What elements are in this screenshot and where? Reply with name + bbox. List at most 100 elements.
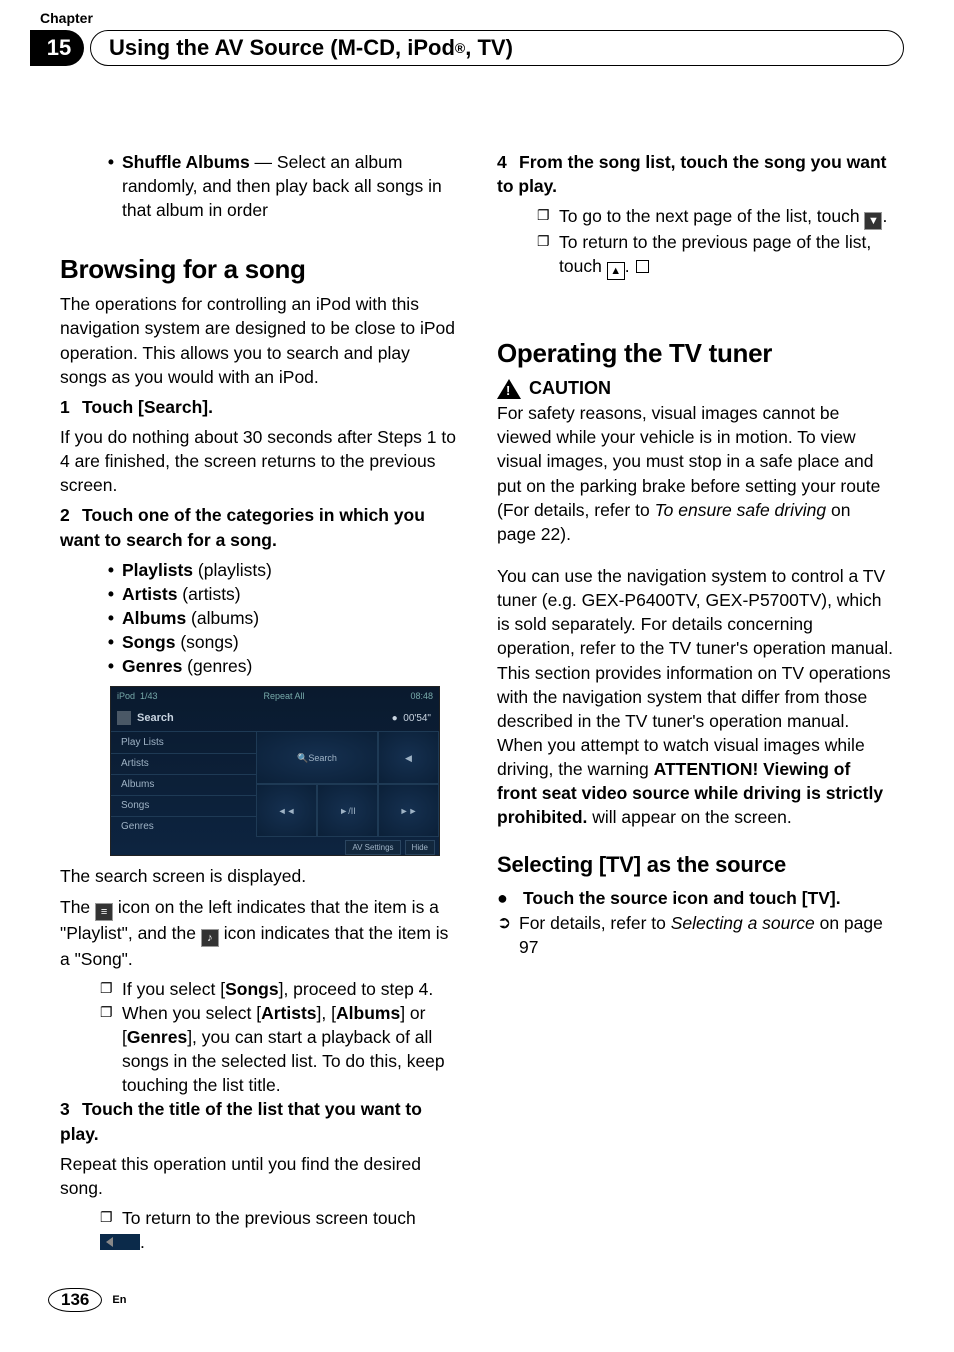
warning-icon (497, 379, 521, 399)
ss-hide: Hide (405, 840, 435, 855)
song-icon: ♪ (201, 929, 219, 947)
browsing-heading: Browsing for a song (60, 252, 457, 288)
page-header: Chapter 15 Using the AV Source (M-CD, iP… (60, 30, 894, 120)
period: . (140, 1232, 145, 1252)
ss-time-val: 00'54" (403, 712, 431, 726)
note-artists: ❐ When you select [Artists], [Albums] or… (100, 1001, 457, 1098)
page-title: Using the AV Source (M-CD, iPod®, TV) (90, 30, 904, 66)
ss-next-btn: ►► (378, 784, 439, 837)
bullet-dot: • (100, 582, 122, 606)
bullet-dot: • (100, 606, 122, 630)
step-4-text: From the song list, touch the song you w… (497, 152, 887, 196)
cat-genres: • Genres (genres) (100, 654, 457, 678)
ss-left-list: Search Play Lists Artists Albums Songs G… (111, 705, 256, 837)
t: To go to the next page of the list, touc… (559, 206, 864, 226)
ss-avsettings: AV Settings (345, 840, 400, 855)
tv-ref-text: For details, refer to Selecting a source… (519, 911, 894, 959)
t: Touch the source icon and touch [TV]. (523, 888, 841, 908)
cat-b: Genres (122, 656, 182, 676)
page-language: En (112, 1294, 126, 1306)
note-icon: ❐ (100, 977, 122, 1001)
bullet-dot: • (100, 654, 122, 678)
page: Chapter 15 Using the AV Source (M-CD, iP… (0, 0, 954, 1352)
step-3-note: ❐ To return to the previous screen touch (100, 1206, 457, 1230)
note-songs: ❐ If you select [Songs], proceed to step… (100, 977, 457, 1001)
t: If you select [ (122, 979, 225, 999)
t: Albums (336, 1003, 400, 1023)
step-4-note-prev: ❐ To return to the previous page of the … (537, 230, 894, 280)
t: ], [ (317, 1003, 336, 1023)
ss-row-songs: Songs (111, 795, 256, 816)
step-3-text: Touch the title of the list that you wan… (60, 1099, 422, 1143)
tv-step-text: Touch the source icon and touch [TV]. (523, 886, 841, 911)
cat-b: Albums (122, 608, 186, 628)
step-4-note-next: ❐ To go to the next page of the list, to… (537, 204, 894, 230)
filled-bullet-icon: ● (497, 886, 523, 911)
title-text-suffix: , TV) (465, 35, 513, 61)
page-number: 136 (48, 1288, 102, 1312)
tv-heading: Operating the TV tuner (497, 336, 894, 372)
step-3-body: Repeat this operation until you find the… (60, 1152, 457, 1200)
t: Songs (225, 979, 278, 999)
ss-row-albums: Albums (111, 774, 256, 795)
note-text: To go to the next page of the list, touc… (559, 204, 887, 230)
ss-right-panel: ● 00'54" 🔍 Search ◀ ◄◄ ►/II ►► (256, 705, 439, 837)
cat-text: Songs (songs) (122, 630, 239, 654)
ss-time: ● 00'54" (256, 705, 439, 731)
t: Selecting a source (671, 913, 815, 933)
shuffle-text: Shuffle Albums — Select an album randoml… (122, 150, 457, 222)
ss-prev-btn: ◄◄ (256, 784, 317, 837)
cat-b: Playlists (122, 560, 193, 580)
ss-count: 1/43 (140, 691, 158, 701)
ss-search-btn: 🔍 Search (256, 731, 378, 784)
tv-step: ● Touch the source icon and touch [TV]. (497, 886, 894, 911)
step-1-text: Touch [Search]. (82, 397, 213, 417)
t: Artists (261, 1003, 316, 1023)
step-2-title: 2Touch one of the categories in which yo… (60, 503, 457, 551)
cat-artists: • Artists (artists) (100, 582, 457, 606)
ss-title: Search (111, 705, 256, 731)
chapter-label: Chapter (40, 10, 93, 26)
bullet-dot: • (100, 558, 122, 582)
step-4-title: 4From the song list, touch the song you … (497, 150, 894, 198)
ss-brand: iPod (117, 691, 135, 701)
note-text: When you select [Artists], [Albums] or [… (122, 1001, 457, 1098)
cat-text: Artists (artists) (122, 582, 241, 606)
content-columns: • Shuffle Albums — Select an album rando… (60, 150, 894, 1254)
step-1-body: If you do nothing about 30 seconds after… (60, 425, 457, 497)
note-icon: ❐ (537, 204, 559, 230)
selecting-tv-heading: Selecting [TV] as the source (497, 850, 894, 880)
bullet-dot: • (100, 630, 122, 654)
ss-row-genres: Genres (111, 816, 256, 837)
search-displayed: The search screen is displayed. (60, 864, 457, 888)
note-text: To return to the previous screen touch (122, 1206, 416, 1230)
ss-back-btn: ◀ (378, 731, 439, 784)
page-footer: 136 En (48, 1288, 126, 1312)
ss-play-btn: ►/II (317, 784, 378, 837)
cat-p: (genres) (182, 656, 252, 676)
chapter-number-badge: 15 (30, 30, 84, 66)
ss-body: Search Play Lists Artists Albums Songs G… (111, 705, 439, 837)
step-2-text: Touch one of the categories in which you… (60, 505, 425, 549)
t: ], proceed to step 4. (279, 979, 434, 999)
cat-p: (playlists) (193, 560, 272, 580)
search-screenshot: iPod 1/43 Repeat All 08:48 Search Play L… (110, 686, 440, 856)
step-4-num: 4 (497, 150, 519, 174)
t: For details, refer to (519, 913, 671, 933)
ss-repeat: Repeat All (264, 690, 305, 702)
t: You can use the navigation system to con… (497, 566, 893, 779)
tv-ref: ➲ For details, refer to Selecting a sour… (497, 911, 894, 959)
caution-body: For safety reasons, visual images cannot… (497, 401, 894, 546)
caution-row: CAUTION (497, 376, 894, 401)
t: When you select [ (122, 1003, 261, 1023)
cat-p: (artists) (177, 584, 240, 604)
t: To ensure safe driving (655, 500, 827, 520)
shuffle-bullet: • Shuffle Albums — Select an album rando… (100, 150, 457, 222)
icon-explain: The ≡ icon on the left indicates that th… (60, 895, 457, 971)
txt: The (60, 897, 95, 917)
note-text: If you select [Songs], proceed to step 4… (122, 977, 433, 1001)
step-3-title: 3Touch the title of the list that you wa… (60, 1097, 457, 1145)
cat-p: (songs) (175, 632, 238, 652)
step-3-num: 3 (60, 1097, 82, 1121)
t: will appear on the screen. (587, 807, 791, 827)
